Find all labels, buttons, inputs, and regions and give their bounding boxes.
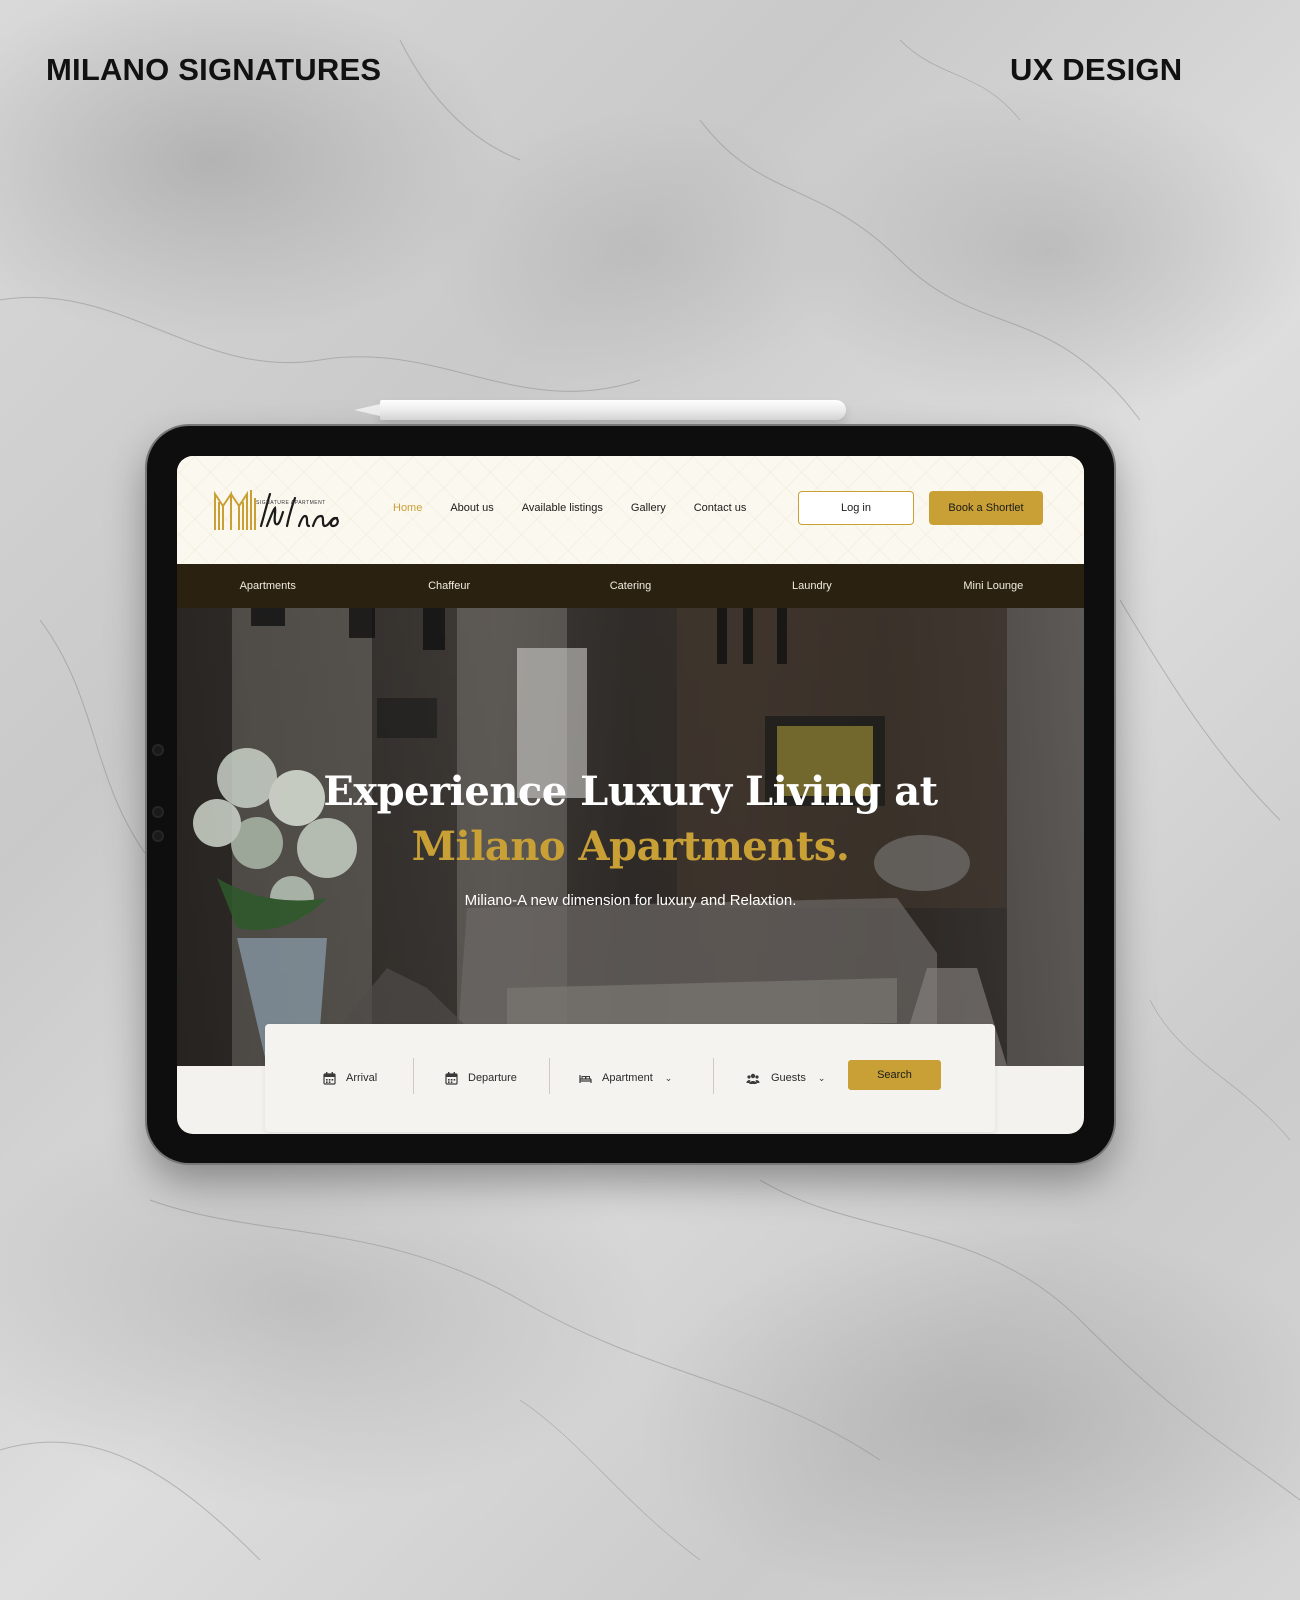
arrival-field[interactable]: Arrival — [323, 1060, 377, 1096]
tablet-screen: SIGNATURE APARTMENT Home About us Availa… — [177, 456, 1084, 1134]
field-divider — [413, 1058, 414, 1094]
book-shortlet-button[interactable]: Book a Shortlet — [929, 491, 1043, 525]
brand-label: MILANO SIGNATURES — [46, 52, 382, 87]
services-bar: Apartments Chaffeur Catering Laundry Min… — [177, 564, 1084, 608]
field-divider — [549, 1058, 550, 1094]
people-icon — [746, 1073, 760, 1084]
booking-search-panel: Arrival Departure Apartment ⌄ Guests ⌄ S… — [265, 1024, 995, 1132]
hero-banner: Experience Luxury Living at Milano Apart… — [177, 608, 1084, 1066]
hero-subtitle: Miliano-A new dimension for luxury and R… — [464, 892, 797, 909]
main-nav: Home About us Available listings Gallery… — [393, 502, 746, 514]
camera-dot — [152, 806, 164, 818]
apartment-label: Apartment — [602, 1072, 653, 1084]
service-chaffeur[interactable]: Chaffeur — [358, 564, 539, 608]
logo-tagline: SIGNATURE APARTMENT — [256, 500, 326, 506]
stylus-pencil — [354, 400, 846, 420]
search-button[interactable]: Search — [848, 1060, 941, 1090]
hero-title: Experience Luxury Living at — [323, 768, 938, 815]
departure-label: Departure — [468, 1072, 517, 1084]
service-catering[interactable]: Catering — [540, 564, 721, 608]
nav-available-listings[interactable]: Available listings — [522, 502, 603, 514]
bed-icon — [579, 1074, 592, 1083]
section-label: UX DESIGN — [1010, 52, 1183, 87]
guests-label: Guests — [771, 1072, 806, 1084]
chevron-down-icon: ⌄ — [817, 1072, 826, 1083]
calendar-icon — [445, 1071, 458, 1085]
service-apartments[interactable]: Apartments — [177, 564, 358, 608]
apartment-select[interactable]: Apartment ⌄ — [579, 1060, 672, 1096]
service-laundry[interactable]: Laundry — [721, 564, 902, 608]
nav-contact-us[interactable]: Contact us — [694, 502, 747, 514]
chevron-down-icon: ⌄ — [664, 1072, 673, 1083]
camera-dot — [152, 744, 164, 756]
hero-title-accent: Milano Apartments. — [411, 823, 850, 870]
nav-about-us[interactable]: About us — [450, 502, 493, 514]
nav-home[interactable]: Home — [393, 502, 422, 514]
field-divider — [713, 1058, 714, 1094]
departure-field[interactable]: Departure — [445, 1060, 517, 1096]
login-button[interactable]: Log in — [798, 491, 914, 525]
milano-logo[interactable] — [213, 482, 345, 538]
calendar-icon — [323, 1071, 336, 1085]
service-mini-lounge[interactable]: Mini Lounge — [903, 564, 1084, 608]
site-header: SIGNATURE APARTMENT Home About us Availa… — [177, 456, 1084, 564]
nav-gallery[interactable]: Gallery — [631, 502, 666, 514]
camera-dot — [152, 830, 164, 842]
guests-select[interactable]: Guests ⌄ — [745, 1060, 825, 1096]
arrival-label: Arrival — [346, 1072, 378, 1084]
tablet-device: SIGNATURE APARTMENT Home About us Availa… — [147, 426, 1114, 1163]
